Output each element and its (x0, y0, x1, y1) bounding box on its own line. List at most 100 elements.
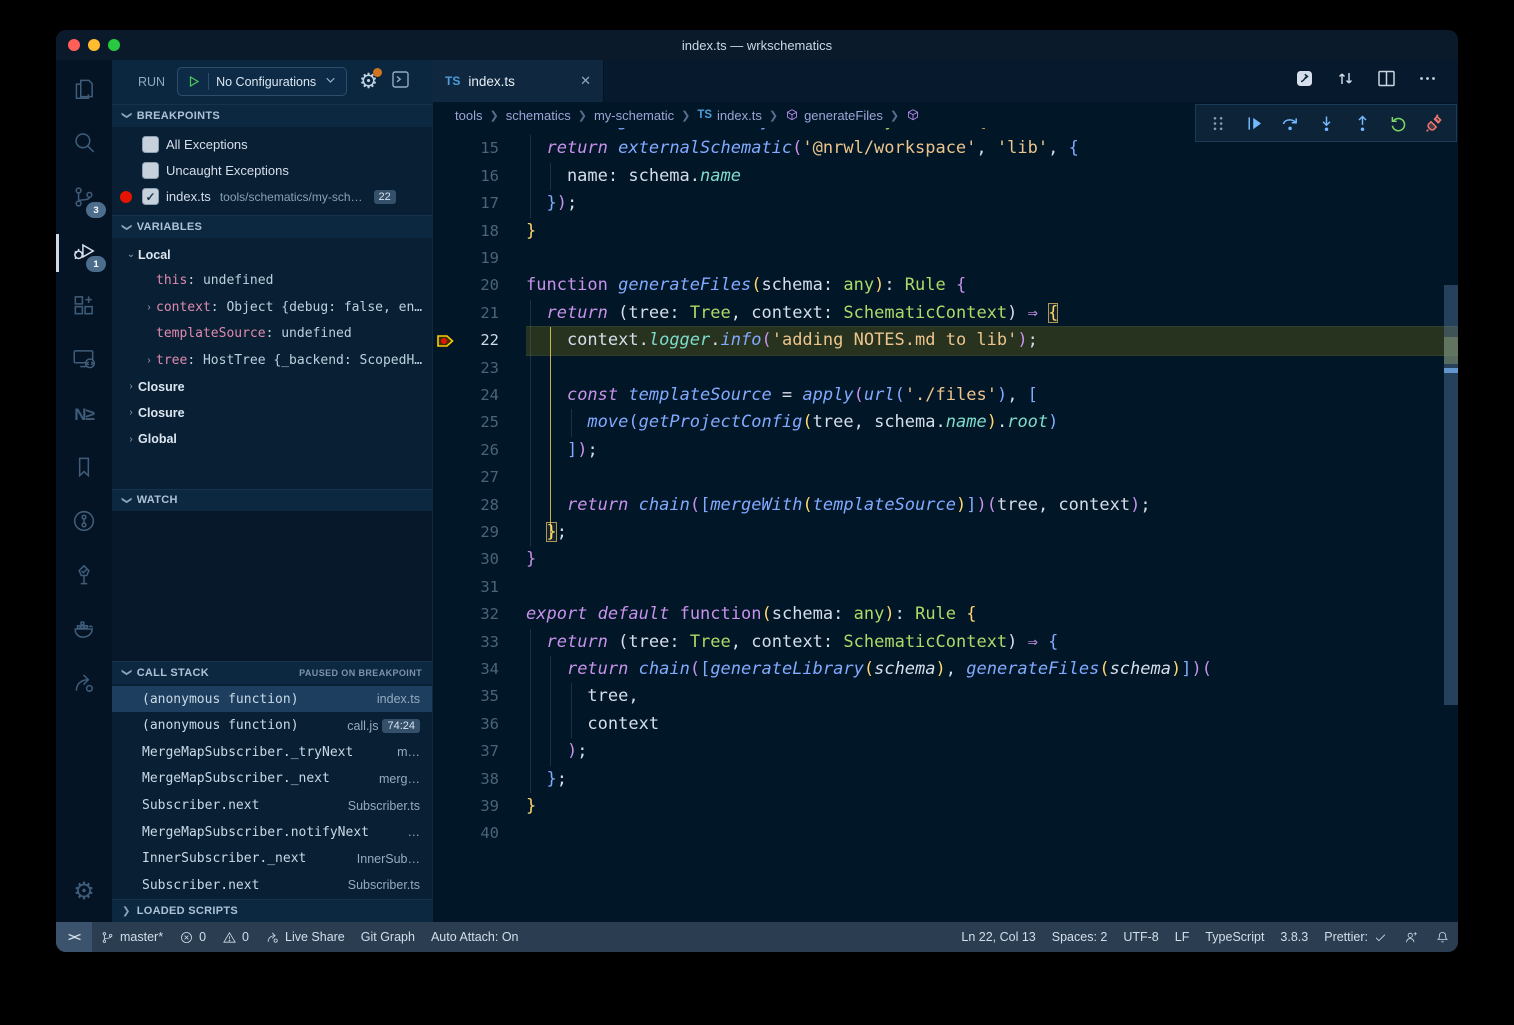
call-stack-frame[interactable]: MergeMapSubscriber._nextmerg… (112, 766, 432, 793)
activity-bookmarks-icon[interactable] (60, 446, 108, 492)
breakpoints-header[interactable]: ❯BREAKPOINTS (112, 104, 432, 127)
live-share[interactable]: Live Share (257, 922, 353, 952)
chevron-down-icon[interactable]: ⌄ (124, 249, 138, 260)
chevron-right-icon[interactable]: › (142, 355, 156, 366)
activity-live-share-icon[interactable] (60, 662, 108, 708)
code-line-21[interactable]: 21 return (tree: Tree, context: Schemati… (433, 300, 1458, 327)
encoding[interactable]: UTF-8 (1115, 922, 1166, 952)
gutter-glyph[interactable] (433, 492, 459, 519)
gutter-glyph[interactable] (433, 300, 459, 327)
activity-search-icon[interactable] (60, 122, 108, 168)
gutter-glyph[interactable] (433, 190, 459, 217)
breakpoint-row[interactable]: Uncaught Exceptions (112, 158, 432, 184)
loaded-scripts-header[interactable]: ❯LOADED SCRIPTS (112, 899, 432, 922)
activity-extensions-icon[interactable] (60, 284, 108, 330)
drag-handle-icon[interactable] (1204, 109, 1232, 137)
auto-attach[interactable]: Auto Attach: On (423, 922, 527, 952)
tab-index-ts[interactable]: TS index.ts ✕ (433, 60, 604, 102)
maximize-window-icon[interactable] (108, 39, 120, 51)
activity-testing-icon[interactable] (60, 554, 108, 600)
activity-settings-gear-icon[interactable]: ⚙ (60, 868, 108, 914)
breadcrumb-item[interactable]: my-schematic (594, 108, 674, 123)
breadcrumb-item[interactable]: generateFiles (785, 108, 883, 123)
language-mode[interactable]: TypeScript (1197, 922, 1272, 952)
code-line-23[interactable]: 23 (433, 355, 1458, 382)
launch-config-dropdown[interactable]: No Configurations (177, 67, 347, 96)
chevron-right-icon[interactable]: › (124, 407, 138, 418)
start-debug-icon[interactable] (186, 74, 201, 89)
call-stack-frame[interactable]: (anonymous function)index.ts (112, 686, 432, 713)
call-stack-header[interactable]: ❯CALL STACK PAUSED ON BREAKPOINT (112, 661, 432, 684)
call-stack-frame[interactable]: (anonymous function)call.js74:24 (112, 712, 432, 739)
code-line-28[interactable]: 28 return chain([mergeWith(templateSourc… (433, 492, 1458, 519)
code-line-19[interactable]: 19 (433, 245, 1458, 272)
gutter-glyph[interactable] (433, 574, 459, 601)
checkbox-icon[interactable]: ✓ (142, 188, 159, 205)
gutter-glyph[interactable] (433, 163, 459, 190)
call-stack-frame[interactable]: Subscriber.nextSubscriber.ts (112, 792, 432, 819)
gutter-glyph[interactable] (433, 464, 459, 491)
notifications[interactable] (1427, 922, 1458, 952)
code-line-27[interactable]: 27 (433, 464, 1458, 491)
variables-header[interactable]: ❯VARIABLES (112, 215, 432, 238)
code-line-18[interactable]: 18} (433, 218, 1458, 245)
git-graph[interactable]: Git Graph (353, 922, 423, 952)
step-over-icon[interactable] (1276, 109, 1304, 137)
debug-console-icon[interactable] (390, 69, 411, 95)
breadcrumb-item[interactable]: tools (455, 108, 482, 123)
variable-row[interactable]: ⌄Local (112, 241, 432, 267)
checkbox-icon[interactable] (142, 162, 159, 179)
gutter-glyph[interactable] (433, 272, 459, 299)
code-line-17[interactable]: 17 }); (433, 190, 1458, 217)
warning-count[interactable]: 0 (214, 922, 257, 952)
breadcrumb-item[interactable]: schematics (506, 108, 571, 123)
code-line-20[interactable]: 20function generateFiles(schema: any): R… (433, 272, 1458, 299)
gutter-glyph[interactable] (433, 683, 459, 710)
code-line-30[interactable]: 30} (433, 546, 1458, 573)
activity-run-debug-icon[interactable]: 1 (60, 230, 108, 276)
breakpoint-row[interactable]: All Exceptions (112, 132, 432, 158)
code-line-25[interactable]: 25 move(getProjectConfig(tree, schema.na… (433, 409, 1458, 436)
config-name[interactable]: No Configurations (216, 75, 316, 89)
breadcrumb-item[interactable] (906, 108, 925, 122)
traffic-lights[interactable] (68, 39, 120, 51)
activity-source-control-icon[interactable]: 3 (60, 176, 108, 222)
activity-docker-icon[interactable] (60, 608, 108, 654)
code-line-37[interactable]: 37 ); (433, 738, 1458, 765)
activity-explorer-icon[interactable] (60, 68, 108, 114)
compare-changes-icon[interactable] (1335, 68, 1356, 94)
code-line-38[interactable]: 38 }; (433, 766, 1458, 793)
gutter-glyph[interactable] (433, 218, 459, 245)
cursor-position[interactable]: Ln 22, Col 13 (953, 922, 1043, 952)
gutter-glyph[interactable] (433, 738, 459, 765)
variable-row[interactable]: ›context: Object {debug: false, en… (112, 294, 432, 320)
variable-row[interactable]: ›Closure (112, 373, 432, 399)
code-line-40[interactable]: 40 (433, 820, 1458, 847)
prettier[interactable]: Prettier: (1316, 922, 1396, 952)
call-stack-frame[interactable]: MergeMapSubscriber.notifyNext… (112, 819, 432, 846)
code-line-31[interactable]: 31 (433, 574, 1458, 601)
open-changes-icon[interactable] (1294, 68, 1315, 94)
code-line-24[interactable]: 24 const templateSource = apply(url('./f… (433, 382, 1458, 409)
code-line-32[interactable]: 32export default function(schema: any): … (433, 601, 1458, 628)
activity-gitlens-icon[interactable] (60, 500, 108, 546)
gutter-glyph[interactable] (433, 766, 459, 793)
gutter-glyph[interactable] (433, 820, 459, 847)
gutter-glyph[interactable] (433, 546, 459, 573)
code-line-26[interactable]: 26 ]); (433, 437, 1458, 464)
code-area[interactable]: 14function generateLibrary(schema: any):… (433, 118, 1458, 922)
remote-indicator[interactable]: >< (56, 922, 92, 952)
chevron-right-icon[interactable]: › (124, 434, 138, 445)
step-into-icon[interactable] (1312, 109, 1340, 137)
indentation[interactable]: Spaces: 2 (1044, 922, 1116, 952)
gutter-glyph[interactable] (433, 409, 459, 436)
close-window-icon[interactable] (68, 39, 80, 51)
gutter-glyph[interactable] (433, 629, 459, 656)
code-line-34[interactable]: 34 return chain([generateLibrary(schema)… (433, 656, 1458, 683)
code-line-16[interactable]: 16 name: schema.name (433, 163, 1458, 190)
debug-settings-gear-icon[interactable]: ⚙ (359, 71, 378, 92)
chevron-right-icon[interactable]: › (142, 302, 156, 313)
gutter-glyph[interactable] (433, 355, 459, 382)
activity-remote-explorer-icon[interactable] (60, 338, 108, 384)
gutter-glyph[interactable] (433, 601, 459, 628)
